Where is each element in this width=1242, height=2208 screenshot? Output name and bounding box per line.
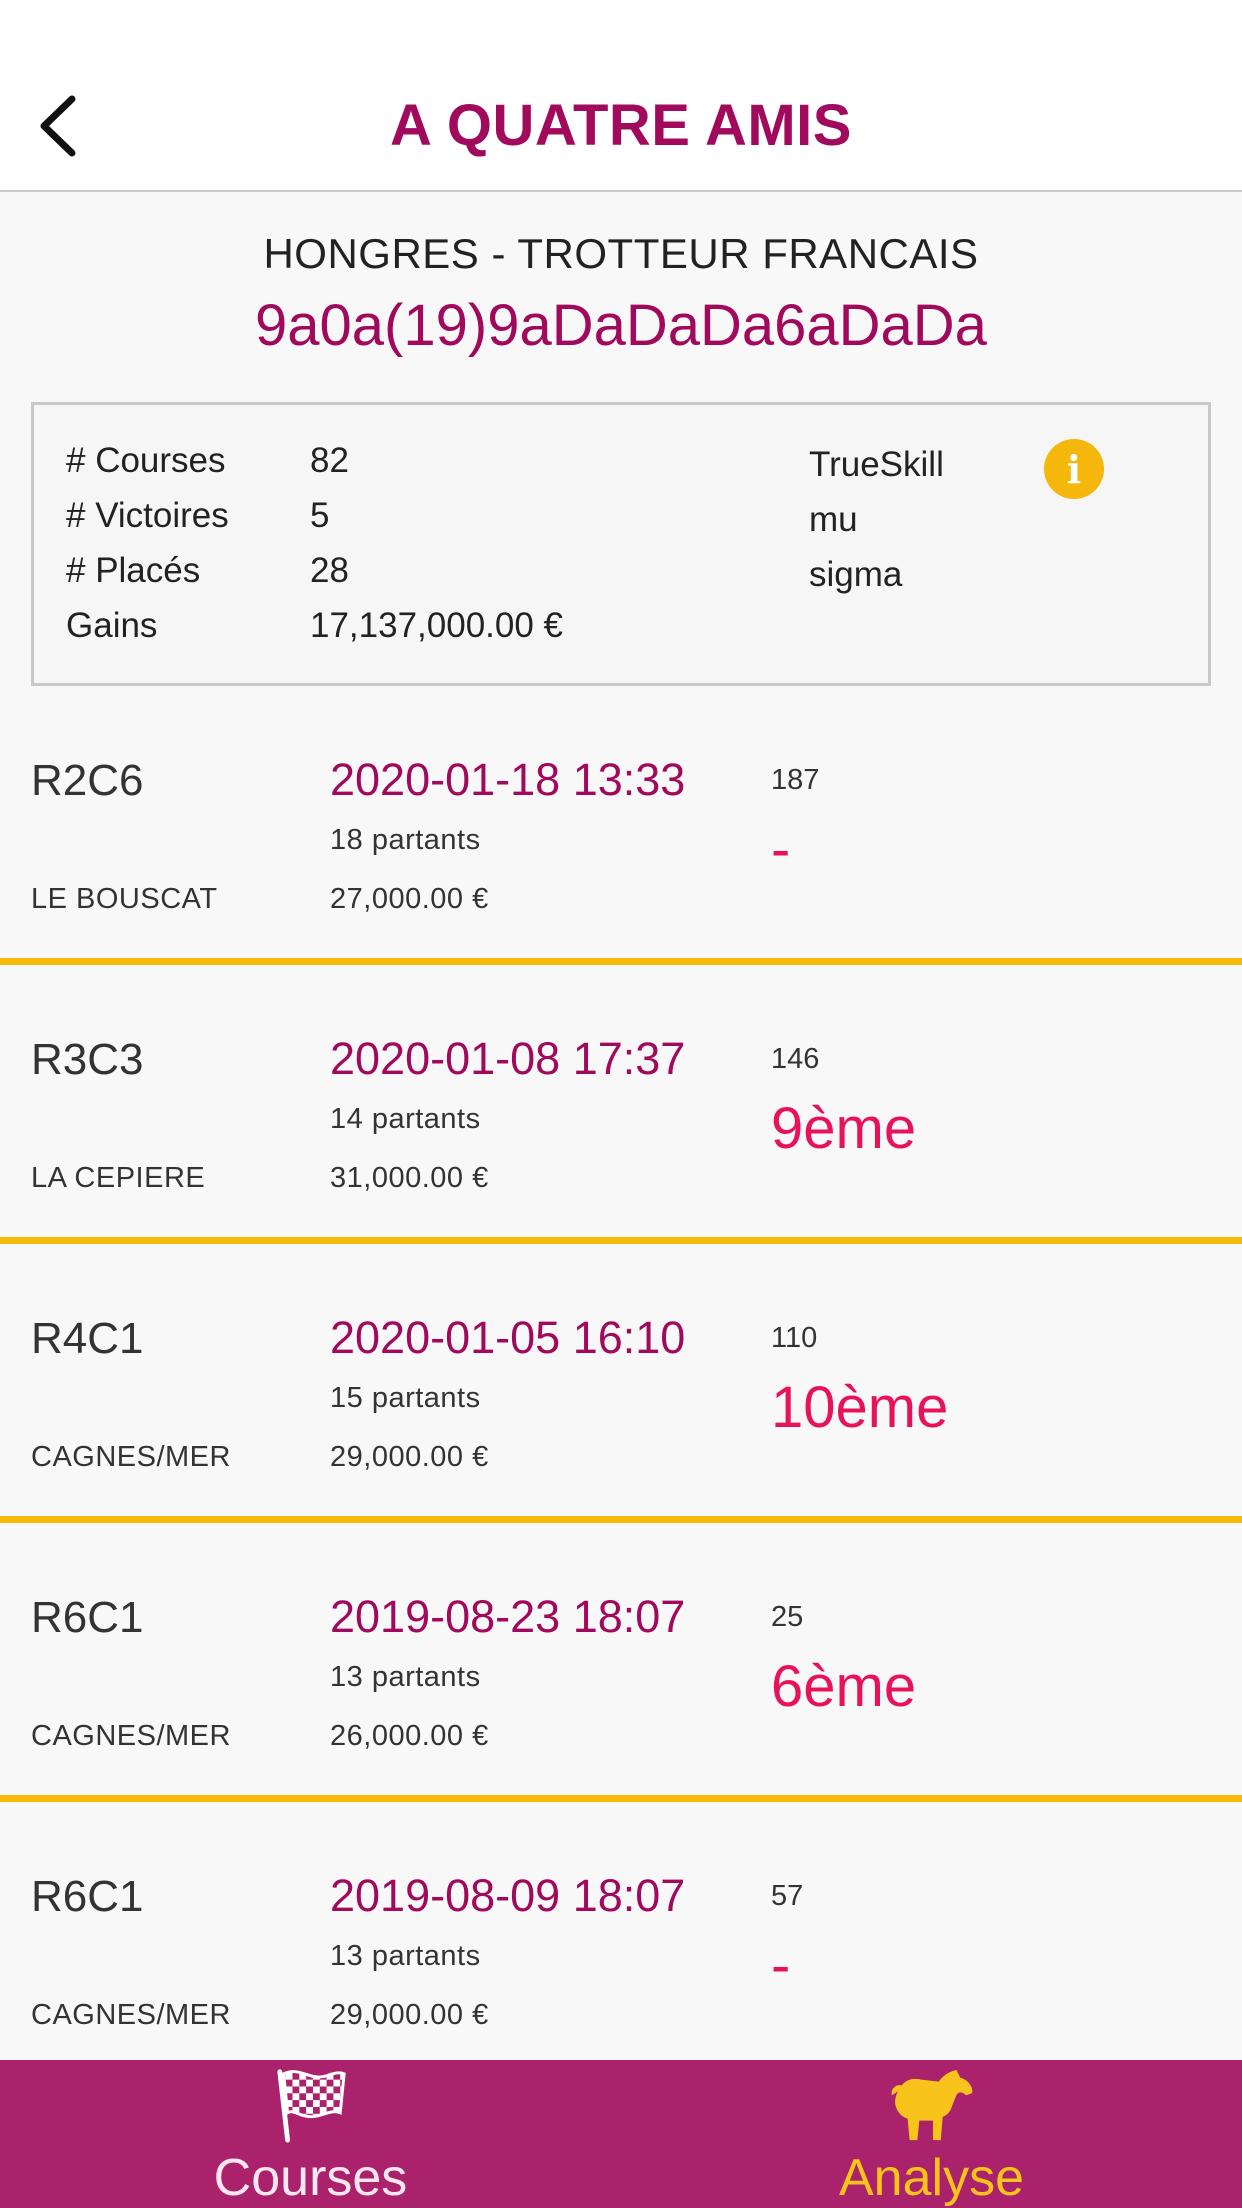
stat-places-value: 28 <box>310 551 349 590</box>
race-partants: 18 partants <box>330 824 481 856</box>
race-partants: 14 partants <box>330 1103 481 1135</box>
race-number: 110 <box>771 1322 818 1354</box>
race-prize: 31,000.00 € <box>330 1162 489 1194</box>
stat-courses-label: # Courses <box>66 441 226 480</box>
bottom-nav: Courses Analyse <box>0 2060 1242 2208</box>
app-header: A QUATRE AMIS <box>0 0 1242 192</box>
mu-label: mu <box>809 500 858 539</box>
race-partants: 15 partants <box>330 1382 481 1414</box>
race-prize: 29,000.00 € <box>330 1999 489 2031</box>
race-venue: LE BOUSCAT <box>31 883 218 915</box>
horse-musique: 9a0a(19)9aDaDaDa6aDaDa <box>255 293 987 358</box>
race-row[interactable]: R3C3 LA CEPIERE 2020-01-08 17:37 14 part… <box>0 965 1242 1244</box>
race-venue: CAGNES/MER <box>31 1441 231 1473</box>
race-place: 9ème <box>771 1096 917 1161</box>
race-place: - <box>771 817 791 882</box>
race-partants: 13 partants <box>330 1661 481 1693</box>
race-code: R4C1 <box>31 1314 144 1363</box>
race-number: 187 <box>771 764 820 796</box>
checkered-flag-icon <box>276 2069 346 2143</box>
tab-courses-label: Courses <box>213 2149 408 2207</box>
race-number: 25 <box>771 1601 804 1633</box>
race-row[interactable]: R2C6 LE BOUSCAT 2020-01-18 13:33 18 part… <box>0 686 1242 965</box>
stats-box: # Courses 82 # Victoires 5 # Placés 28 Gain… <box>31 402 1211 686</box>
horse-info: HONGRES - TROTTEUR FRANCAIS 9a0a(19)9aDa… <box>0 192 1242 359</box>
race-row[interactable]: R6C1 CAGNES/MER 2019-08-09 18:07 13 part… <box>0 1802 1242 2081</box>
race-date: 2020-01-18 13:33 <box>330 754 686 805</box>
race-code: R2C6 <box>31 756 144 805</box>
stat-places: # Placés 28 <box>66 551 349 591</box>
race-partants: 13 partants <box>330 1940 481 1972</box>
race-date: 2019-08-23 18:07 <box>330 1591 686 1642</box>
tab-courses[interactable]: Courses <box>0 2060 621 2208</box>
race-place: - <box>771 1933 791 1998</box>
stat-places-label: # Placés <box>66 551 201 590</box>
tab-analyse[interactable]: Analyse <box>621 2060 1242 2208</box>
stat-victoires: # Victoires 5 <box>66 496 329 536</box>
stat-gains-value: 17,137,000.00 € <box>310 606 564 645</box>
race-date: 2020-01-08 17:37 <box>330 1033 686 1084</box>
stat-victoires-value: 5 <box>310 496 330 535</box>
page-title: A QUATRE AMIS <box>390 93 852 158</box>
race-list: R2C6 LE BOUSCAT 2020-01-18 13:33 18 part… <box>0 686 1242 2081</box>
race-date: 2020-01-05 16:10 <box>330 1312 686 1363</box>
stat-victoires-label: # Victoires <box>66 496 229 535</box>
race-prize: 29,000.00 € <box>330 1441 489 1473</box>
race-prize: 26,000.00 € <box>330 1720 489 1752</box>
sigma-label: sigma <box>809 555 903 594</box>
race-place: 6ème <box>771 1654 917 1719</box>
horse-category: HONGRES - TROTTEUR FRANCAIS <box>263 230 979 277</box>
trueskill-label: TrueSkill <box>809 445 944 484</box>
race-prize: 27,000.00 € <box>330 883 489 915</box>
race-place: 10ème <box>771 1375 949 1440</box>
race-date: 2019-08-09 18:07 <box>330 1870 686 1921</box>
race-code: R3C3 <box>31 1035 144 1084</box>
race-code: R6C1 <box>31 1872 144 1921</box>
tab-analyse-label: Analyse <box>839 2149 1024 2207</box>
stat-gains-label: Gains <box>66 606 158 645</box>
info-icon[interactable]: i <box>1044 439 1104 499</box>
stat-courses: # Courses 82 <box>66 441 349 481</box>
race-row[interactable]: R4C1 CAGNES/MER 2020-01-05 16:10 15 part… <box>0 1244 1242 1523</box>
horse-icon <box>891 2069 972 2141</box>
race-number: 146 <box>771 1043 820 1075</box>
race-row[interactable]: R6C1 CAGNES/MER 2019-08-23 18:07 13 part… <box>0 1523 1242 1802</box>
race-number: 57 <box>771 1880 804 1912</box>
stat-gains: Gains 17,137,000.00 € <box>66 606 563 646</box>
race-venue: LA CEPIERE <box>31 1162 206 1194</box>
race-venue: CAGNES/MER <box>31 1720 231 1752</box>
stat-courses-value: 82 <box>310 441 349 480</box>
race-code: R6C1 <box>31 1593 144 1642</box>
race-venue: CAGNES/MER <box>31 1999 231 2031</box>
